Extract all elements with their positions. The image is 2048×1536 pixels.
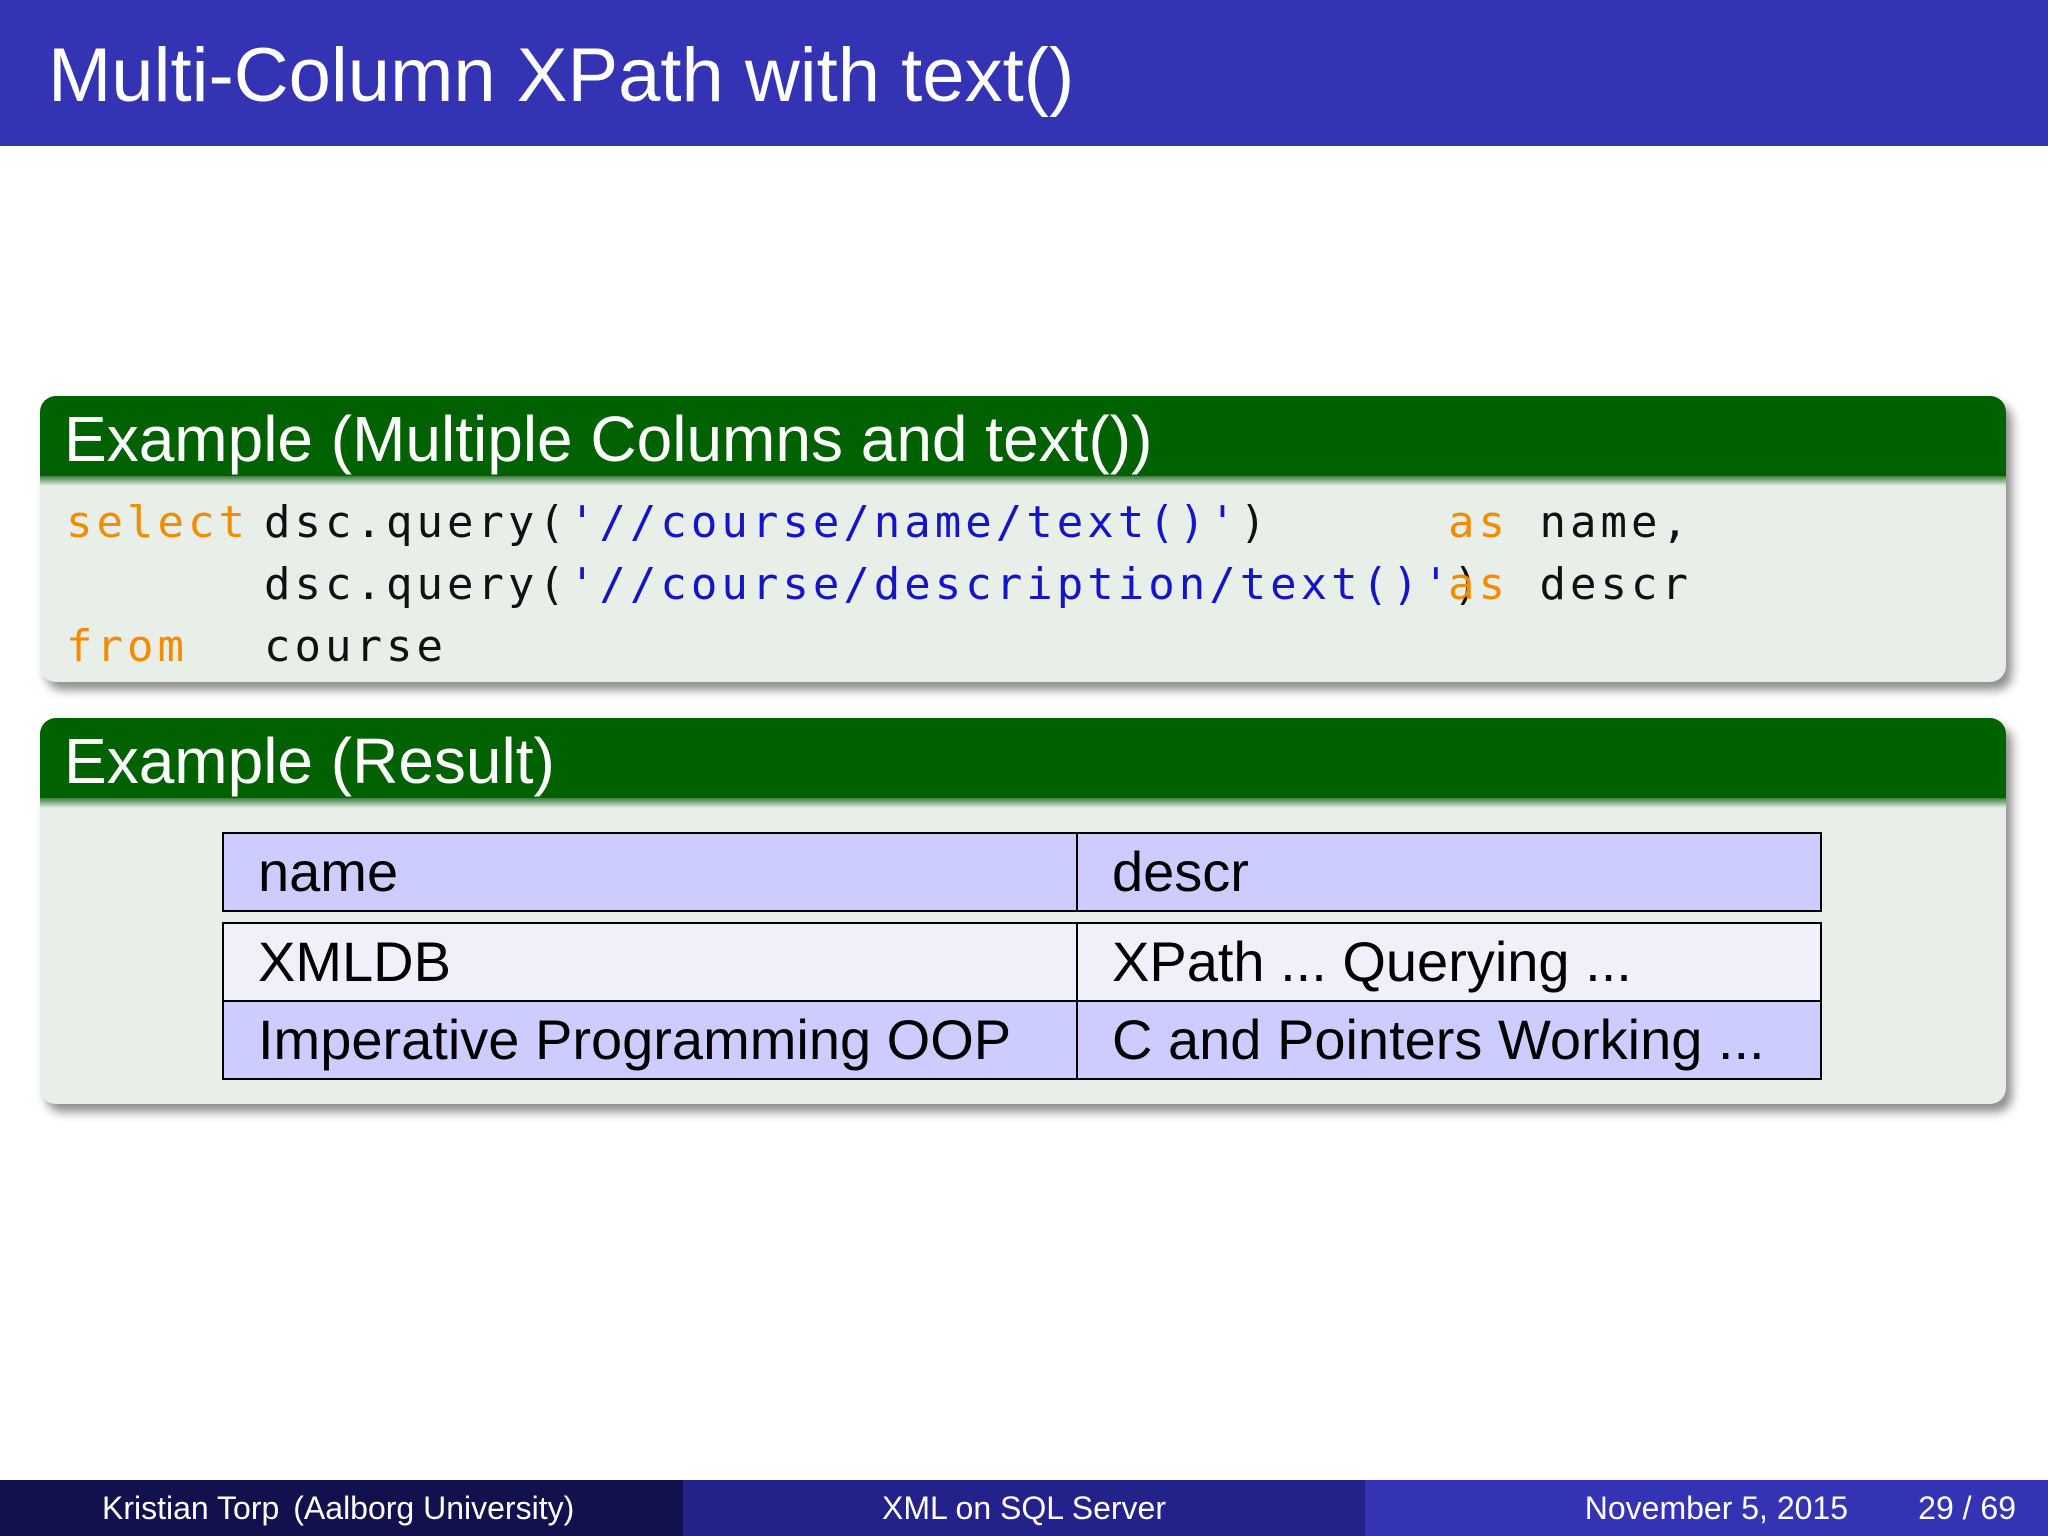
column-header-descr: descr xyxy=(1076,832,1822,912)
column-header-name: name xyxy=(222,832,1078,912)
title-bar: Multi-Column XPath with text() xyxy=(0,0,2048,146)
example-code-block: Example (Multiple Columns and text()) se… xyxy=(40,396,2006,682)
code-line-1-expr: dsc.query('//course/name/text()') xyxy=(264,492,1270,554)
table-cell: XMLDB xyxy=(222,922,1078,1002)
block-title: Example (Result) xyxy=(64,725,555,797)
table-gap xyxy=(223,911,1821,923)
footer-date: November 5, 2015 xyxy=(1584,1490,1848,1526)
code-alias: name, xyxy=(1539,497,1692,548)
table-row: Imperative Programming OOP C and Pointer… xyxy=(222,1000,1822,1080)
code-string: '//course/name/text()' xyxy=(568,497,1240,548)
block-title: Example (Multiple Columns and text()) xyxy=(64,403,1153,475)
code-line-1-alias: as name, xyxy=(1448,492,1692,554)
code-line-3-table: course xyxy=(264,616,447,678)
table-cell: C and Pointers Working ... xyxy=(1076,1000,1822,1080)
keyword-as: as xyxy=(1448,559,1509,610)
table-cell: XPath ... Querying ... xyxy=(1076,922,1822,1002)
block-header: Example (Multiple Columns and text()) xyxy=(40,396,2006,486)
code-string: '//course/description/text()' xyxy=(568,559,1454,610)
footer-page-number: 29 / 69 xyxy=(1918,1490,2016,1526)
table-cell: Imperative Programming OOP xyxy=(222,1000,1078,1080)
code-line-2-expr: dsc.query('//course/description/text()') xyxy=(264,554,1484,616)
code-expr: dsc.query( xyxy=(264,497,569,548)
footer-title-segment: XML on SQL Server xyxy=(683,1480,1365,1536)
footer-institution: (Aalborg University) xyxy=(293,1490,575,1526)
block-header: Example (Result) xyxy=(40,718,2006,808)
keyword-select: select xyxy=(66,497,249,548)
example-result-block: Example (Result) name descr XMLDB XPath … xyxy=(40,718,2006,1104)
code-line-1: select xyxy=(66,492,249,554)
code-line-2-alias: as descr xyxy=(1448,554,1692,616)
table-header-row: name descr xyxy=(222,832,1822,912)
footer: Kristian Torp (Aalborg University) XML on… xyxy=(0,1480,2048,1536)
footer-author-line: Kristian Torp (Aalborg University) xyxy=(102,1480,574,1536)
footer-talk-title: XML on SQL Server xyxy=(882,1490,1166,1526)
code-table: course xyxy=(264,621,447,672)
slide: Multi-Column XPath with text() Example (… xyxy=(0,0,2048,1536)
slide-title: Multi-Column XPath with text() xyxy=(48,33,1075,118)
code-line-3: from xyxy=(66,616,188,678)
result-table: name descr XMLDB XPath ... Querying ... … xyxy=(222,832,1822,1080)
code-alias: descr xyxy=(1539,559,1692,610)
code-expr-close: ) xyxy=(1239,497,1271,548)
table-row: XMLDB XPath ... Querying ... xyxy=(222,922,1822,1002)
footer-author-segment: Kristian Torp (Aalborg University) xyxy=(0,1480,683,1536)
keyword-as: as xyxy=(1448,497,1509,548)
footer-author: Kristian Torp xyxy=(102,1490,280,1526)
code-expr: dsc.query( xyxy=(264,559,569,610)
keyword-from: from xyxy=(66,621,188,672)
footer-date-segment: November 5, 2015 29 / 69 xyxy=(1365,1480,2048,1536)
